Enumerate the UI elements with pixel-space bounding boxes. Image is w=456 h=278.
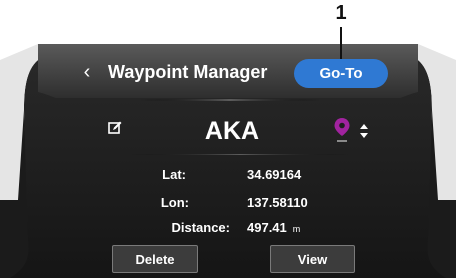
view-button[interactable]: View [270,245,355,273]
lon-label: Lon: [160,195,189,210]
header-divider [140,99,320,101]
back-button[interactable]: ‹ [77,60,97,84]
edit-icon[interactable] [108,121,122,135]
goto-button[interactable]: Go-To [294,59,388,88]
distance-unit: m [292,224,301,234]
lon-value: 137.58110 [247,195,308,210]
name-divider [130,154,350,155]
lat-label: Lat: [162,167,186,182]
delete-button[interactable]: Delete [112,245,198,273]
sort-updown-icon[interactable] [360,124,368,138]
map-pin-icon[interactable] [334,118,350,144]
chevron-left-icon: ‹ [83,61,91,83]
distance-label: Distance: [171,220,230,235]
distance-number: 497.41 [247,220,287,235]
distance-value: 497.41 m [247,220,300,237]
waypoint-name: AKA [204,117,260,145]
device-screen: 1 ‹ Waypoint Manager Go-To AKA Lat: 34.6… [0,0,456,278]
callout-line [340,27,342,61]
lat-value: 34.69164 [247,167,302,182]
page-title: Waypoint Manager [108,62,268,82]
callout-number: 1 [335,2,347,24]
